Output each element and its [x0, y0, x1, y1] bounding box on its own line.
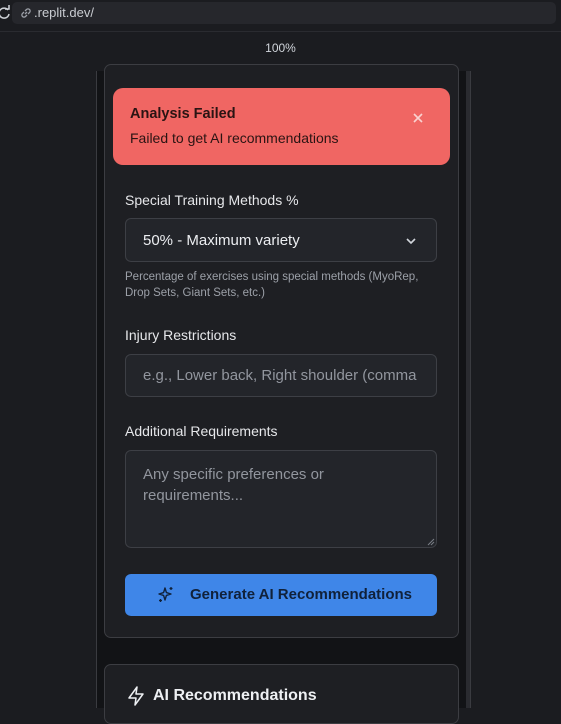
- resize-handle-icon[interactable]: [426, 537, 435, 546]
- reload-icon[interactable]: [0, 5, 12, 21]
- generate-recommendations-button[interactable]: Generate AI Recommendations: [125, 574, 437, 616]
- additional-requirements-label: Additional Requirements: [125, 423, 278, 439]
- scrollbar[interactable]: [466, 71, 470, 708]
- toast-message: Failed to get AI recommendations: [130, 130, 339, 146]
- generate-button-label: Generate AI Recommendations: [190, 586, 413, 603]
- lightning-icon: [128, 686, 144, 706]
- toast-title: Analysis Failed: [130, 106, 236, 122]
- divider: [0, 31, 561, 32]
- link-icon: [21, 8, 31, 18]
- address-text: .replit.dev/: [34, 5, 94, 20]
- special-methods-label: Special Training Methods %: [125, 192, 299, 208]
- zoom-level: 100%: [265, 41, 296, 55]
- additional-requirements-textarea[interactable]: [125, 450, 437, 548]
- injury-restrictions-label: Injury Restrictions: [125, 327, 237, 343]
- close-icon[interactable]: [409, 109, 427, 127]
- error-toast: Analysis Failed Failed to get AI recomme…: [113, 88, 450, 165]
- address-field[interactable]: .replit.dev/: [12, 2, 556, 24]
- special-methods-hint: Percentage of exercises using special me…: [125, 271, 419, 299]
- browser-url-bar: .replit.dev/: [0, 0, 561, 28]
- injury-restrictions-input[interactable]: [125, 354, 437, 397]
- recommendations-title: AI Recommendations: [153, 687, 317, 704]
- special-methods-value: 50% - Maximum variety: [143, 232, 300, 249]
- recommendations-card: AI Recommendations: [104, 664, 459, 724]
- special-methods-select[interactable]: 50% - Maximum variety: [125, 218, 437, 262]
- chevron-down-icon: [406, 238, 416, 245]
- sparkles-icon: [158, 587, 173, 602]
